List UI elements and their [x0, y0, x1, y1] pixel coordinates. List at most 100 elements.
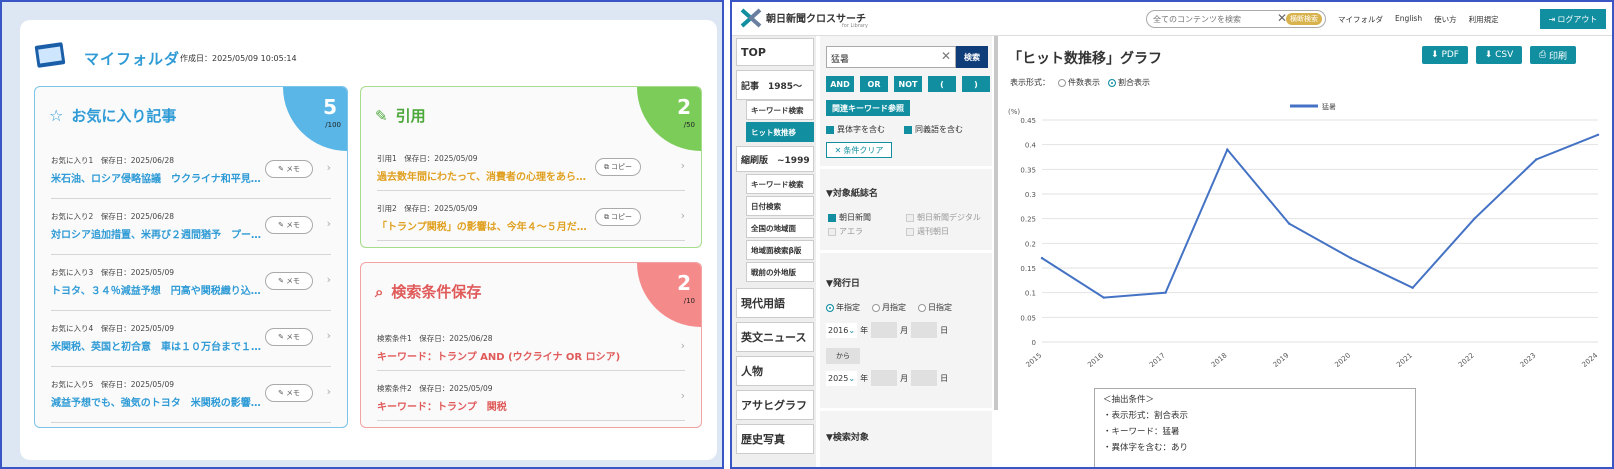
item-title[interactable]: キーワード：トランプ 関税: [377, 398, 637, 413]
nav-articles[interactable]: 記事 1985～: [736, 70, 814, 100]
list-item[interactable]: お気に入り5 保存日：2025/05/09 減益予想でも、強気のトヨタ 米関税の影…: [51, 379, 331, 423]
chevron-right-icon[interactable]: ›: [327, 217, 331, 230]
item-title[interactable]: 過去数年間にわたって、消費者の心理をあら…: [377, 168, 597, 183]
top-link[interactable]: 使い方: [1434, 14, 1457, 25]
search-button[interactable]: 検索: [956, 46, 988, 68]
operator-button[interactable]: OR: [860, 76, 888, 92]
memo-button[interactable]: ✎ メモ: [265, 384, 313, 402]
radio-day[interactable]: 日指定: [918, 302, 952, 313]
list-item[interactable]: 引用1 保存日：2025/05/09 過去数年間にわたって、消費者の心理をあら… ⧉…: [377, 153, 685, 191]
memo-button[interactable]: ✎ メモ: [265, 328, 313, 346]
data-point: [1040, 256, 1044, 260]
chevron-right-icon[interactable]: ›: [681, 209, 685, 222]
keyword-input[interactable]: 猛暑 ✕: [826, 46, 956, 68]
item-title[interactable]: 米関税、英国と初合意 車は１０万台まで１…: [51, 338, 261, 353]
memo-button[interactable]: ✎ メモ: [265, 272, 313, 290]
radio-year[interactable]: 年指定: [826, 302, 860, 313]
item-title[interactable]: 「トランプ関税」の影響は、今年４～５月だ…: [377, 218, 597, 233]
pdf-button[interactable]: ⬇ PDF: [1422, 46, 1468, 64]
nav-shukusatsu[interactable]: 縮刷版 ~1999: [736, 146, 814, 172]
from-month-input[interactable]: [871, 322, 898, 338]
chevron-right-icon[interactable]: ›: [327, 329, 331, 342]
from-day-input[interactable]: [911, 322, 938, 338]
radio-month[interactable]: 月指定: [872, 302, 906, 313]
kara-label: から: [826, 348, 860, 364]
to-day-input[interactable]: [911, 370, 938, 386]
nav-shuku-region[interactable]: 全国の地域面: [746, 218, 814, 238]
download-icon: ⬇: [1431, 50, 1439, 60]
top-link[interactable]: マイフォルダ: [1338, 14, 1383, 25]
nav-articles-keyword[interactable]: キーワード検索: [746, 100, 814, 120]
list-item[interactable]: 検索条件2 保存日：2025/05/09 キーワード：トランプ 関税 ›: [377, 383, 685, 421]
item-title[interactable]: 米石油、ロシア侵略協議 ウクライナ和平見…: [51, 170, 261, 185]
copy-button[interactable]: ⧉ コピー: [595, 208, 641, 226]
list-item[interactable]: お気に入り4 保存日：2025/05/09 米関税、英国と初合意 車は１０万台まで…: [51, 323, 331, 367]
condition-line: ・キーワード：猛暑: [1103, 427, 1180, 437]
item-title[interactable]: トヨタ、３４％減益予想 円高や関税織り込…: [51, 282, 261, 297]
chevron-right-icon[interactable]: ›: [681, 159, 685, 172]
global-search-input[interactable]: [1153, 13, 1271, 25]
list-item[interactable]: 引用2 保存日：2025/05/09 「トランプ関税」の影響は、今年４～５月だ… ⧉…: [377, 203, 685, 241]
print-button[interactable]: ⎙ 印刷: [1530, 46, 1576, 64]
nav-history-photo[interactable]: 歴史写真: [736, 424, 814, 454]
radio-ratio[interactable]: 割合表示: [1108, 77, 1150, 88]
nav-articles-hits[interactable]: ヒット数推移: [746, 122, 814, 142]
checkbox-icon[interactable]: [904, 125, 912, 134]
paper-weekly-asahi: 週刊朝日: [906, 226, 949, 237]
star-icon: ☆: [49, 106, 64, 125]
nav-shuku-region-beta[interactable]: 地域面検索β版: [746, 240, 814, 260]
chevron-right-icon[interactable]: ›: [327, 385, 331, 398]
chevron-right-icon[interactable]: ›: [681, 339, 685, 352]
nav-top[interactable]: TOP: [736, 38, 814, 66]
item-title[interactable]: 減益予想でも、強気のトヨタ 米関税の影響…: [51, 394, 261, 409]
chevron-right-icon[interactable]: ›: [327, 161, 331, 174]
nav-people[interactable]: 人物: [736, 356, 814, 386]
nav-shuku-date[interactable]: 日付検索: [746, 196, 814, 216]
option-synonym[interactable]: 同義語を含む: [904, 124, 963, 135]
nav-shuku-keyword[interactable]: キーワード検索: [746, 174, 814, 194]
y-tick-label: 0.4: [1025, 142, 1037, 150]
operator-button[interactable]: AND: [826, 76, 854, 92]
paper-asahi[interactable]: 朝日新聞: [828, 212, 871, 223]
memo-button[interactable]: ✎ メモ: [265, 216, 313, 234]
nav-english-news[interactable]: 英文ニュース: [736, 322, 814, 352]
list-item[interactable]: 検索条件1 保存日：2025/06/28 キーワード：トランプ AND (ウクライ…: [377, 333, 685, 371]
nav-asahigraph[interactable]: アサヒグラフ: [736, 390, 814, 420]
list-item[interactable]: お気に入り3 保存日：2025/05/09 トヨタ、３４％減益予想 円高や関税織り…: [51, 267, 331, 311]
operator-button[interactable]: ): [962, 76, 990, 92]
copy-button[interactable]: ⧉ コピー: [595, 158, 641, 176]
logout-button[interactable]: ⇥ ログアウト: [1540, 9, 1606, 29]
nav-gendai[interactable]: 現代用語: [736, 288, 814, 318]
memo-button[interactable]: ✎ メモ: [265, 160, 313, 178]
data-point: [1473, 217, 1476, 220]
nav-shuku-prewar[interactable]: 戦前の外地版: [746, 262, 814, 282]
chevron-right-icon[interactable]: ›: [681, 389, 685, 402]
item-title[interactable]: 対ロシア追加措置、米再び２週間猶予 プー…: [51, 226, 261, 241]
to-month-input[interactable]: [871, 370, 898, 386]
top-link[interactable]: English: [1395, 14, 1422, 25]
global-search-box[interactable]: ✕ 横断検索: [1146, 10, 1326, 28]
checkbox-icon[interactable]: [826, 125, 834, 134]
checkbox-icon: [906, 227, 914, 236]
top-link[interactable]: 利用規定: [1469, 14, 1499, 25]
operator-button[interactable]: NOT: [894, 76, 922, 92]
list-item[interactable]: お気に入り1 保存日：2025/06/28 米石油、ロシア侵略協議 ウクライナ和平…: [51, 155, 331, 199]
chevron-right-icon[interactable]: ›: [327, 273, 331, 286]
checkbox-icon[interactable]: [828, 213, 836, 222]
from-year-select[interactable]: 2016⌄: [826, 322, 858, 338]
radio-count[interactable]: 件数表示: [1058, 77, 1100, 88]
operator-button[interactable]: (: [928, 76, 956, 92]
conditions-box: ＜抽出条件＞ ・表示形式：割合表示 ・キーワード：猛暑 ・異体字を含む：あり: [1094, 388, 1416, 467]
csv-button[interactable]: ⬇ CSV: [1476, 46, 1522, 64]
option-variant[interactable]: 異体字を含む: [826, 124, 885, 135]
list-item[interactable]: お気に入り2 保存日：2025/06/28 対ロシア追加措置、米再び２週間猶予 プ…: [51, 211, 331, 255]
related-keyword-button[interactable]: 関連キーワード参照: [826, 100, 910, 116]
to-year-select[interactable]: 2025⌄: [826, 370, 858, 386]
clear-keyword-icon[interactable]: ✕: [941, 49, 951, 63]
item-title[interactable]: キーワード：トランプ AND (ウクライナ OR ロシア): [377, 348, 637, 363]
paper-aera: アエラ: [828, 226, 863, 237]
clear-conditions-button[interactable]: ✕ 条件クリア: [826, 142, 892, 158]
form-scrollbar[interactable]: [994, 36, 998, 410]
cross-search-button[interactable]: 横断検索: [1286, 13, 1322, 25]
quotes-panel: 2 /50 ✎ 引用 引用1 保存日：2025/05/09 過去数年間にわたって、…: [360, 86, 702, 248]
